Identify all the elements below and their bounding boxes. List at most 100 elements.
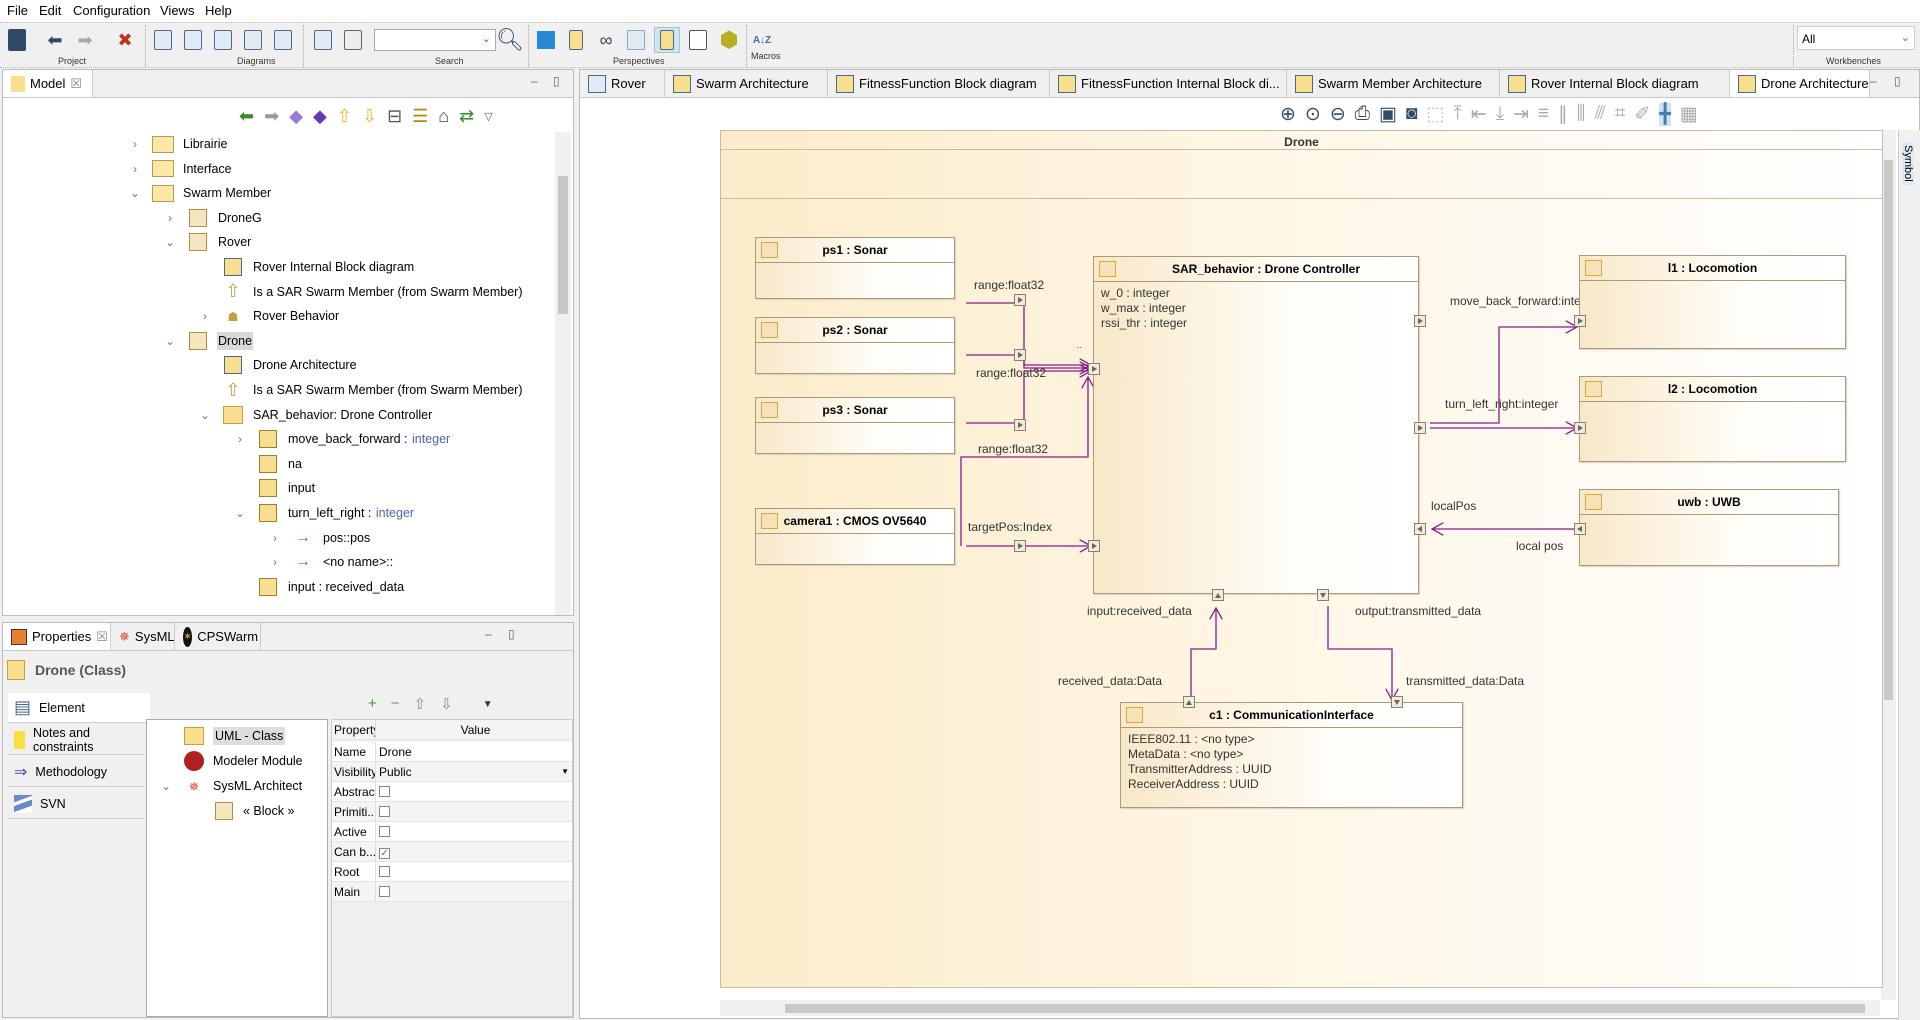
- side-tab-notes[interactable]: Notes and constraints: [8, 725, 144, 755]
- undo-icon[interactable]: ⬅: [42, 27, 68, 53]
- activity-diagram-icon[interactable]: [210, 27, 236, 53]
- class-diagram-icon[interactable]: [150, 27, 176, 53]
- property-row[interactable]: Active: [332, 822, 572, 842]
- menu-file[interactable]: File: [7, 3, 28, 18]
- minimize-icon[interactable]: –: [485, 627, 492, 641]
- zoom-in-icon[interactable]: ⊕: [1280, 103, 1296, 126]
- symbol-tab[interactable]: Symbol: [1902, 142, 1914, 185]
- chevron-right-icon[interactable]: ›: [268, 555, 282, 569]
- menu-configuration[interactable]: Configuration: [73, 3, 150, 18]
- minimize-icon[interactable]: –: [531, 74, 538, 88]
- select-icon[interactable]: ⬚: [1426, 103, 1444, 126]
- up-arrow-icon[interactable]: ⇧: [337, 106, 352, 127]
- tools-icon[interactable]: ✖: [112, 27, 138, 53]
- editor-tab[interactable]: Drone Architecture☒: [1730, 70, 1870, 97]
- tree-item[interactable]: ⌄ Swarm Member: [128, 181, 272, 205]
- property-row[interactable]: Visibility Public ▼: [332, 762, 572, 782]
- editor-tab[interactable]: Swarm Member Architecture: [1287, 70, 1500, 97]
- property-row[interactable]: Name Drone: [332, 742, 572, 762]
- tree-item[interactable]: › Librairie: [128, 132, 228, 156]
- tree-item[interactable]: na: [233, 452, 303, 476]
- tree-item[interactable]: Rover Internal Block diagram: [198, 255, 415, 279]
- print-icon[interactable]: ⎙: [1355, 103, 1370, 126]
- chevron-down-icon[interactable]: ⌄: [482, 32, 491, 45]
- search-icon[interactable]: 🔍︎: [496, 27, 524, 53]
- chevron-right-icon[interactable]: ›: [128, 137, 142, 151]
- property-row[interactable]: Main: [332, 882, 572, 902]
- port-l2-in[interactable]: [1574, 422, 1586, 434]
- port-sar-output[interactable]: [1317, 589, 1329, 601]
- attribute[interactable]: w_0 : integer: [1094, 286, 1418, 301]
- link-icon[interactable]: ∞: [593, 27, 619, 53]
- redo-icon[interactable]: ➡: [72, 27, 98, 53]
- menu-views[interactable]: Views: [160, 3, 194, 18]
- chevron-down-icon[interactable]: ⌄: [128, 186, 142, 200]
- editor-tab[interactable]: Rover: [580, 70, 665, 97]
- tree-item[interactable]: ⌄ SAR_behavior: Drone Controller: [198, 403, 433, 427]
- chevron-down-icon[interactable]: ⌄: [163, 334, 177, 348]
- close-icon[interactable]: ☒: [96, 629, 108, 645]
- attribute[interactable]: rssi_thr : integer: [1094, 316, 1418, 331]
- part-l2[interactable]: l2 : Locomotion: [1579, 376, 1846, 462]
- config-icon[interactable]: [685, 27, 711, 53]
- align-left-icon[interactable]: ⇤: [1471, 103, 1487, 126]
- port-sar-move[interactable]: [1414, 315, 1426, 327]
- part-camera1[interactable]: camera1 : CMOS OV5640: [755, 508, 955, 565]
- tab-cpswarm[interactable]: ✶ CPSWarm: [175, 623, 261, 650]
- search-input[interactable]: ⌄: [374, 29, 496, 51]
- part-l1[interactable]: l1 : Locomotion: [1579, 255, 1846, 349]
- tree-item[interactable]: ⌄ Drone: [163, 329, 254, 353]
- package-icon[interactable]: [533, 27, 559, 53]
- camera-icon[interactable]: ◙: [1406, 103, 1417, 126]
- add-icon[interactable]: +: [368, 695, 377, 713]
- property-row[interactable]: Can b... ✓: [332, 842, 572, 862]
- sort-az-icon[interactable]: A↓Z: [749, 27, 775, 53]
- side-tab-methodology[interactable]: ⇒ Methodology: [8, 757, 144, 787]
- property-row[interactable]: Root: [332, 862, 572, 882]
- port-sar-targetpos[interactable]: [1088, 540, 1100, 552]
- tree-item[interactable]: › ☗ Rover Behavior: [198, 304, 340, 328]
- tree-item[interactable]: › Interface: [128, 157, 233, 181]
- attribute[interactable]: ReceiverAddress : UUID: [1121, 777, 1462, 792]
- save-image-icon[interactable]: ▣: [1379, 103, 1397, 126]
- save-icon[interactable]: [4, 27, 30, 53]
- port-sar-turn[interactable]: [1414, 422, 1426, 434]
- port-c1-received[interactable]: [1183, 696, 1195, 708]
- distribute-h-icon[interactable]: ⫼: [1577, 103, 1586, 126]
- perspective-icon[interactable]: [654, 27, 680, 53]
- tree-item[interactable]: › DroneG: [163, 206, 263, 230]
- maximize-icon[interactable]: ▯: [553, 74, 560, 88]
- move-down-icon[interactable]: ⇩: [440, 695, 453, 713]
- down-arrow-icon[interactable]: ⇩: [362, 106, 377, 127]
- property-value[interactable]: ✓: [376, 842, 572, 861]
- grid-icon[interactable]: ╋: [1659, 103, 1671, 126]
- align-bottom-icon[interactable]: ⤓: [1496, 103, 1504, 126]
- chevron-down-icon[interactable]: ⌄: [163, 235, 177, 249]
- move-up-icon[interactable]: ⇧: [414, 695, 427, 713]
- center-horizontal-icon[interactable]: ∥: [1558, 103, 1568, 126]
- port-sar-input[interactable]: [1212, 589, 1224, 601]
- editor-tab[interactable]: Rover Internal Block diagram: [1500, 70, 1730, 97]
- attribute[interactable]: IEEE802.11 : <no type>: [1121, 732, 1462, 747]
- menu-help[interactable]: Help: [205, 3, 232, 18]
- checkbox[interactable]: [379, 866, 390, 877]
- remove-icon[interactable]: −: [391, 695, 400, 713]
- part-uwb[interactable]: uwb : UWB: [1579, 489, 1839, 566]
- port-camera-out[interactable]: [1014, 540, 1026, 552]
- new-diagram-icon[interactable]: [310, 27, 336, 53]
- align-top-icon[interactable]: ⤒: [1453, 103, 1461, 126]
- chevron-right-icon[interactable]: ›: [233, 432, 247, 446]
- grid-icon[interactable]: [623, 27, 649, 53]
- property-value[interactable]: Public ▼: [376, 762, 572, 781]
- chevron-right-icon[interactable]: ›: [268, 531, 282, 545]
- view-menu-icon[interactable]: ▽: [484, 110, 492, 123]
- chevron-down-icon[interactable]: ⌄: [198, 408, 212, 422]
- port-uwb-out[interactable]: [1574, 523, 1586, 535]
- workbench-select[interactable]: All ⌄: [1797, 26, 1915, 50]
- part-ps2[interactable]: ps2 : Sonar: [755, 317, 955, 374]
- back-icon[interactable]: ⬅: [239, 106, 254, 127]
- vertical-scrollbar[interactable]: [1881, 130, 1896, 1000]
- property-value[interactable]: Drone: [376, 742, 572, 761]
- property-value[interactable]: [376, 822, 572, 841]
- tree-item[interactable]: input : received_data: [233, 575, 405, 599]
